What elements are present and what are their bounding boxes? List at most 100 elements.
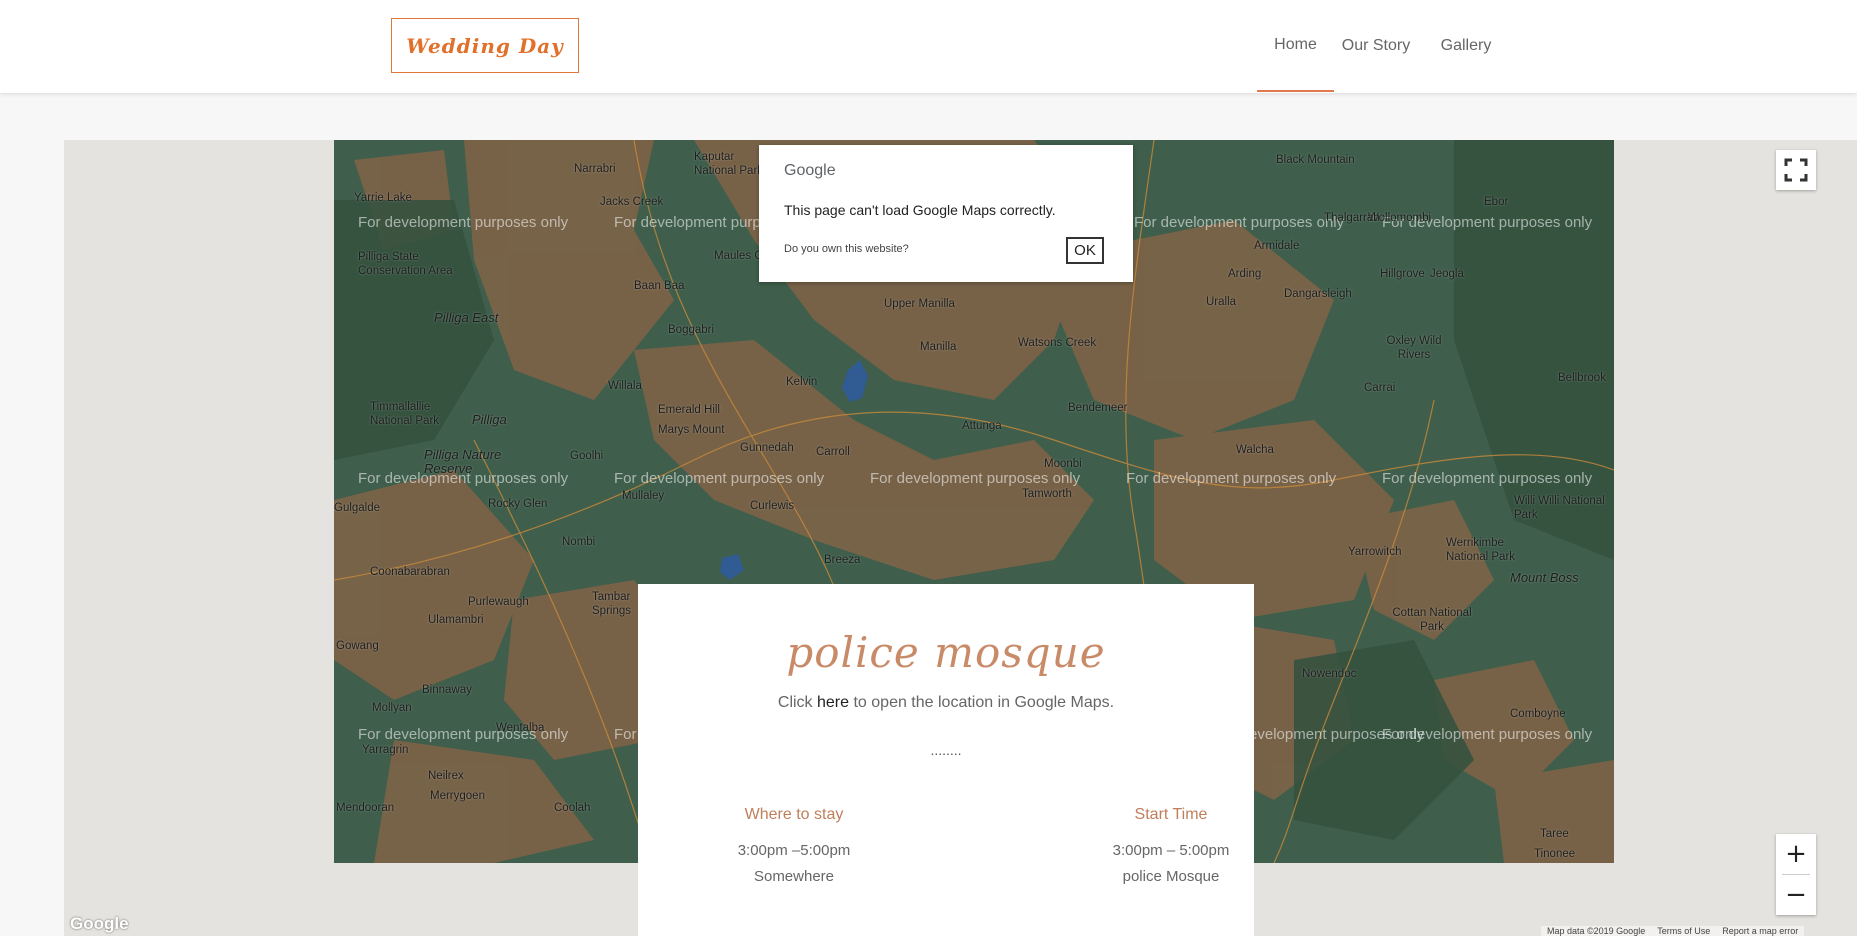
map-place-label: Baan Baa [634, 280, 685, 292]
map-data-credit: Map data ©2019 Google [1547, 926, 1646, 936]
map-place-label: Gowang [336, 640, 379, 652]
map-place-label: Arding [1228, 268, 1262, 280]
map-place-label: Black Mountain [1276, 154, 1355, 166]
map-place-label: Werrikimbe National Park [1446, 537, 1516, 563]
map-place-label: Taree [1540, 828, 1569, 840]
report-map-error-link[interactable]: Report a map error [1722, 926, 1798, 936]
map-place-label: Pilliga [472, 412, 507, 427]
map-place-label: Moonbi [1044, 458, 1082, 470]
gmaps-error-dialog: Google This page can't load Google Maps … [759, 145, 1133, 282]
map-place-label: Wentalba [496, 722, 545, 734]
start-time-place: police Mosque [1122, 868, 1220, 885]
map-place-label: Neilrex [428, 770, 464, 782]
nav-gallery-label[interactable]: Gallery [1441, 37, 1492, 55]
map-zoom-control: + − [1776, 834, 1816, 915]
terms-of-use-link[interactable]: Terms of Use [1657, 926, 1710, 936]
map-place-label: Willi Willi National Park [1514, 495, 1605, 521]
map-place-label: Bellbrook [1558, 372, 1606, 384]
dev-watermark: For development purposes only [870, 470, 1081, 487]
map-place-label: Binnaway [422, 684, 472, 696]
nav-gallery[interactable]: Gallery [1422, 0, 1510, 92]
open-map-suffix: to open the location in Google Maps. [849, 694, 1115, 711]
open-map-prefix: Click [777, 694, 817, 711]
site-logo[interactable]: Wedding Day [391, 18, 579, 73]
map-place-label: Timmallallie National Park [370, 401, 440, 427]
fullscreen-icon [1784, 158, 1808, 182]
location-title: police mosque [786, 628, 1106, 677]
nav-our-story-label[interactable]: Our Story [1342, 37, 1410, 55]
map-place-label: Hillgrove [1380, 268, 1425, 280]
map-place-label: Attunga [962, 420, 1002, 432]
map-place-label: Bendemeer [1068, 402, 1128, 414]
nav-home[interactable]: Home [1257, 0, 1334, 92]
map-place-label: Yarragrin [362, 744, 409, 756]
where-to-stay-section: Where to stay 3:00pm –5:00pm Somewhere [674, 806, 914, 890]
open-map-line: Click here to open the location in Googl… [638, 694, 1254, 712]
map-place-label: Manilla [920, 341, 957, 353]
map-footer: Map data ©2019 Google Terms of Use Repor… [1541, 926, 1805, 936]
map-place-label: Oxley Wild Rivers [1386, 335, 1442, 361]
google-logo[interactable]: Google [70, 914, 129, 934]
map-place-label: Goolhi [570, 450, 604, 462]
map-place-label: Tinonee [1534, 848, 1576, 860]
map-place-label: Ulamambri [428, 614, 484, 626]
map-place-label: Mollyan [372, 702, 412, 714]
gmaps-error-message: This page can't load Google Maps correct… [784, 202, 1056, 218]
site-header: Wedding Day Home Our Story Gallery [0, 0, 1857, 93]
map-place-label: Mullaley [622, 490, 665, 502]
nav-our-story[interactable]: Our Story [1326, 0, 1426, 92]
map-place-label: Coolah [554, 802, 591, 814]
map-place-label: Coonabarabran [370, 566, 450, 578]
map-place-label: Cottan National Park [1392, 607, 1472, 633]
map-fullscreen-button[interactable] [1776, 150, 1816, 190]
map-place-label: Nombi [562, 536, 596, 548]
google-brand: Google [784, 162, 836, 179]
map-place-label: Uralla [1206, 296, 1237, 308]
map-place-label: Emerald Hill [658, 404, 720, 416]
map-place-label: Yarrowitch [1348, 546, 1402, 558]
map-place-label: Walcha [1236, 444, 1274, 456]
map-place-label: Narrabri [574, 163, 616, 175]
map-place-label: Carroll [816, 446, 850, 458]
zoom-in-button[interactable]: + [1776, 834, 1816, 874]
map-place-label: Pilliga State Conservation Area [358, 251, 453, 277]
map-place-label: Tamworth [1022, 488, 1072, 500]
dev-watermark: For development purposes only [1126, 470, 1337, 487]
nav-home-label[interactable]: Home [1274, 36, 1317, 54]
zoom-out-button[interactable]: − [1776, 875, 1816, 915]
map-place-label: Boggabri [668, 324, 715, 336]
logo-text[interactable]: Wedding Day [406, 34, 564, 58]
map-place-label: Watsons Creek [1018, 337, 1097, 349]
map-place-label: Merrygoen [430, 790, 485, 802]
where-to-stay-place: Somewhere [753, 868, 835, 885]
where-to-stay-time: 3:00pm –5:00pm [737, 842, 851, 859]
dev-watermark: For development purposes only [1382, 726, 1593, 743]
map-place-label: Upper Manilla [884, 298, 955, 310]
location-card: police mosque Click here to open the loc… [638, 584, 1254, 936]
dev-watermark: For development purposes only [358, 214, 569, 231]
map-place-label: Rocky Glen [488, 498, 548, 510]
map-place-label: Armidale [1254, 240, 1300, 252]
map-place-label: Comboyne [1510, 708, 1566, 720]
map-place-label: Mount Boss [1510, 570, 1579, 585]
map-place-label: Willala [608, 380, 642, 392]
start-time-heading: Start Time [1134, 806, 1208, 823]
ok-button[interactable]: OK [1066, 237, 1104, 264]
map-place-label: Pilliga East [434, 310, 499, 325]
map-place-label: Pilliga Nature Reserve [424, 447, 502, 476]
map-place-label: Curlewis [750, 500, 795, 512]
map-place-label: Jacks Creek [600, 196, 664, 208]
map-place-label: Yarrie Lake [354, 192, 412, 204]
own-website-link[interactable]: Do you own this website? [784, 243, 909, 255]
map-place-label: Carrai [1364, 382, 1396, 394]
open-map-link[interactable]: here [817, 694, 849, 711]
start-time-section: Start Time 3:00pm – 5:00pm police Mosque [1051, 806, 1291, 890]
map-place-label: Gunnedah [740, 442, 794, 454]
card-dots: ........ [930, 742, 962, 758]
map-place-label: Purlewaugh [468, 596, 529, 608]
map-place-label: Gulgalde [334, 502, 381, 514]
map-place-label: Thalgarrah [1324, 212, 1380, 224]
map-place-label: Breeza [824, 554, 861, 566]
map-place-label: Jeogla [1430, 268, 1464, 280]
map-place-label: Tambar Springs [592, 591, 631, 617]
